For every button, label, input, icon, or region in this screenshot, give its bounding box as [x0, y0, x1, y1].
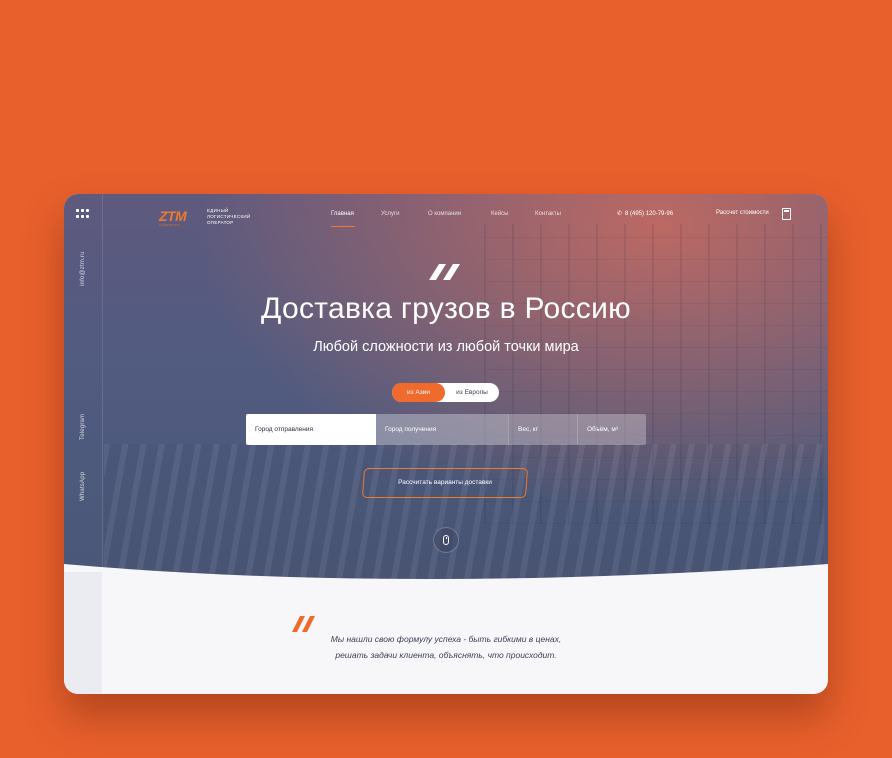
double-slash-icon — [429, 264, 460, 280]
hero-wave-divider — [64, 564, 828, 624]
mission-quote: Мы нашли свою формулу успеха - быть гибк… — [284, 631, 608, 663]
logo[interactable]: ZTM LOGISTICS Единый логистический опера… — [159, 208, 259, 228]
scroll-mouse-icon[interactable] — [433, 527, 459, 553]
volume-input[interactable]: Объём, м³ — [577, 414, 646, 445]
sidebar-email-link[interactable]: info@ztm.ru — [80, 251, 86, 286]
sidebar-whatsapp-link[interactable]: WhatsApp — [80, 472, 86, 501]
hero-subtitle: Любой сложности из любой точки мира — [313, 339, 579, 355]
nav-item-services[interactable]: Услуги — [381, 211, 399, 217]
nav-item-cases[interactable]: Кейсы — [491, 211, 509, 217]
weight-input[interactable]: Вес, кг — [508, 414, 577, 445]
quote-line-1: Мы нашли свою формулу успеха - быть гибк… — [330, 634, 562, 644]
calculator-icon[interactable] — [782, 208, 791, 220]
toggle-asia[interactable]: из Азии — [392, 383, 445, 402]
quote-slash-icon — [292, 616, 315, 632]
phone-number: 8 (495) 120-79-96 — [625, 211, 674, 217]
sidebar: info@ztm.ru Telegram WhatsApp — [64, 194, 103, 694]
phone-icon: ✆ — [617, 211, 623, 217]
to-city-input[interactable]: Город получения — [376, 414, 508, 445]
quote-line-2: решать задачи клиента, объяснять, что пр… — [335, 650, 557, 660]
grid-menu-icon[interactable] — [76, 209, 91, 219]
page-card: info@ztm.ru Telegram WhatsApp ZTM LOGIST… — [64, 194, 828, 694]
origin-toggle: из Азии из Европы — [392, 383, 499, 402]
phone-link[interactable]: ✆ 8 (495) 120-79-96 — [617, 210, 673, 217]
nav-item-contacts[interactable]: Контакты — [535, 211, 561, 217]
logo-subtext: LOGISTICS — [159, 223, 181, 227]
sidebar-telegram-link[interactable]: Telegram — [80, 414, 86, 440]
calculate-button-label[interactable]: Рассчитать варианты доставки — [363, 468, 527, 498]
nav-active-indicator — [331, 226, 355, 227]
logo-tagline: Единый логистический оператор — [207, 208, 251, 225]
hero-title: Доставка грузов в Россию — [261, 292, 631, 325]
nav-item-home[interactable]: Главная — [331, 211, 354, 217]
nav-item-about[interactable]: О компании — [428, 211, 461, 217]
logo-mark: ZTM — [159, 208, 187, 224]
from-city-input[interactable]: Город отправления — [246, 414, 376, 445]
toggle-europe[interactable]: из Европы — [445, 383, 499, 402]
calc-cost-link[interactable]: Рассчет стоимости — [716, 210, 769, 216]
